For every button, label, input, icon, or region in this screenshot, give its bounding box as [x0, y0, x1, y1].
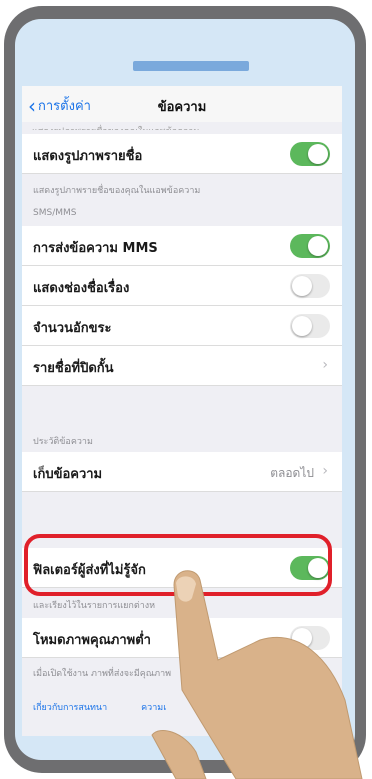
- pointing-hand-icon: [151, 570, 363, 779]
